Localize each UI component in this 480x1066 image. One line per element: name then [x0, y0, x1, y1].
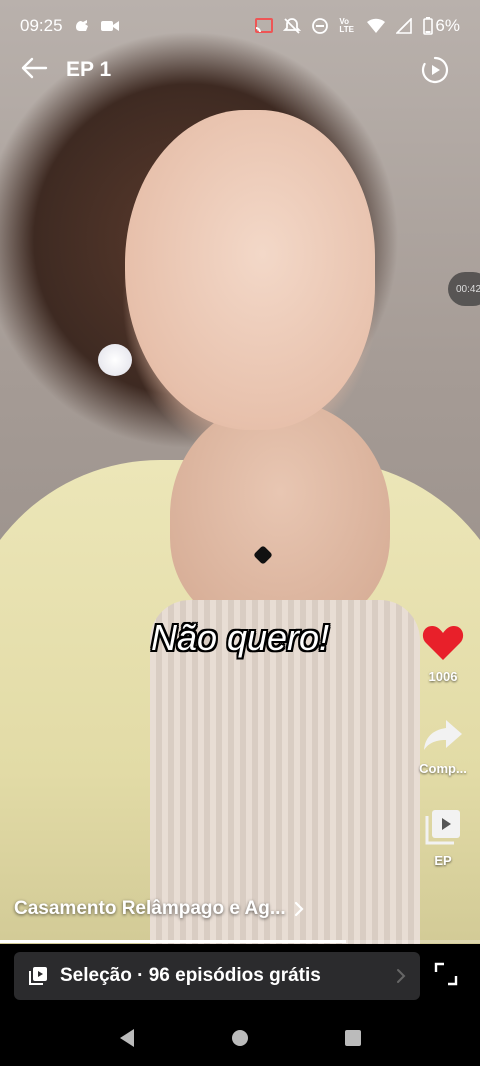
playlist-icon	[425, 810, 460, 845]
video-progress-bar[interactable]	[0, 940, 480, 943]
signal-icon	[395, 17, 413, 35]
episodes-label: EP	[434, 853, 452, 868]
video-scene	[170, 400, 390, 630]
video-scene	[98, 344, 132, 376]
home-circle-icon	[231, 1030, 248, 1046]
share-arrow-icon	[424, 720, 462, 750]
cast-icon	[255, 17, 274, 35]
recents-square-icon	[345, 1030, 362, 1046]
battery-level: 6%	[435, 16, 460, 35]
nav-back-button[interactable]	[115, 1026, 139, 1050]
progress-fill	[0, 940, 346, 943]
show-title: Casamento Relâmpago e Ag...	[14, 898, 286, 919]
like-button[interactable]: 1006	[408, 622, 478, 684]
player-header: EP 1	[0, 50, 480, 90]
dnd-icon	[311, 17, 329, 35]
nav-recents-button[interactable]	[341, 1026, 365, 1050]
playlist-icon	[29, 967, 47, 985]
episode-title: EP 1	[66, 58, 112, 81]
show-title-link[interactable]: Casamento Relâmpago e Ag...	[14, 898, 304, 920]
play-circle-icon	[421, 56, 449, 84]
fullscreen-button[interactable]	[434, 962, 458, 986]
fullscreen-icon	[434, 962, 458, 986]
autoplay-button[interactable]	[420, 55, 450, 85]
volte-icon: Vo LTE	[339, 17, 354, 34]
back-button[interactable]	[20, 56, 52, 84]
chevron-right-icon	[294, 901, 304, 917]
hand-icon	[73, 17, 91, 35]
status-time: 09:25	[20, 16, 63, 35]
bell-off-icon	[283, 17, 302, 35]
bottom-panel: Seleção · 96 episódios grátis	[0, 944, 480, 1010]
arrow-left-icon	[21, 57, 48, 79]
battery-icon	[423, 17, 434, 35]
back-triangle-icon	[119, 1029, 134, 1047]
system-navigation-bar	[0, 1010, 480, 1066]
video-scene	[125, 110, 375, 430]
selection-label: Seleção · 96 episódios grátis	[60, 965, 321, 986]
share-label: Comp...	[419, 761, 467, 776]
chevron-right-icon	[397, 969, 406, 983]
nav-home-button[interactable]	[228, 1026, 252, 1050]
video-camera-icon	[100, 17, 119, 35]
episode-selection-bar[interactable]: Seleção · 96 episódios grátis	[14, 952, 420, 1000]
episodes-button[interactable]: EP	[408, 808, 478, 868]
timestamp-pill[interactable]: 00:42	[448, 272, 480, 306]
heart-icon	[422, 626, 464, 660]
wifi-icon	[367, 17, 386, 35]
share-button[interactable]: Comp...	[408, 716, 478, 776]
status-bar: 09:25 Vo LTE 6%	[0, 0, 480, 52]
video-player[interactable]	[0, 0, 480, 944]
like-count: 1006	[428, 669, 458, 684]
